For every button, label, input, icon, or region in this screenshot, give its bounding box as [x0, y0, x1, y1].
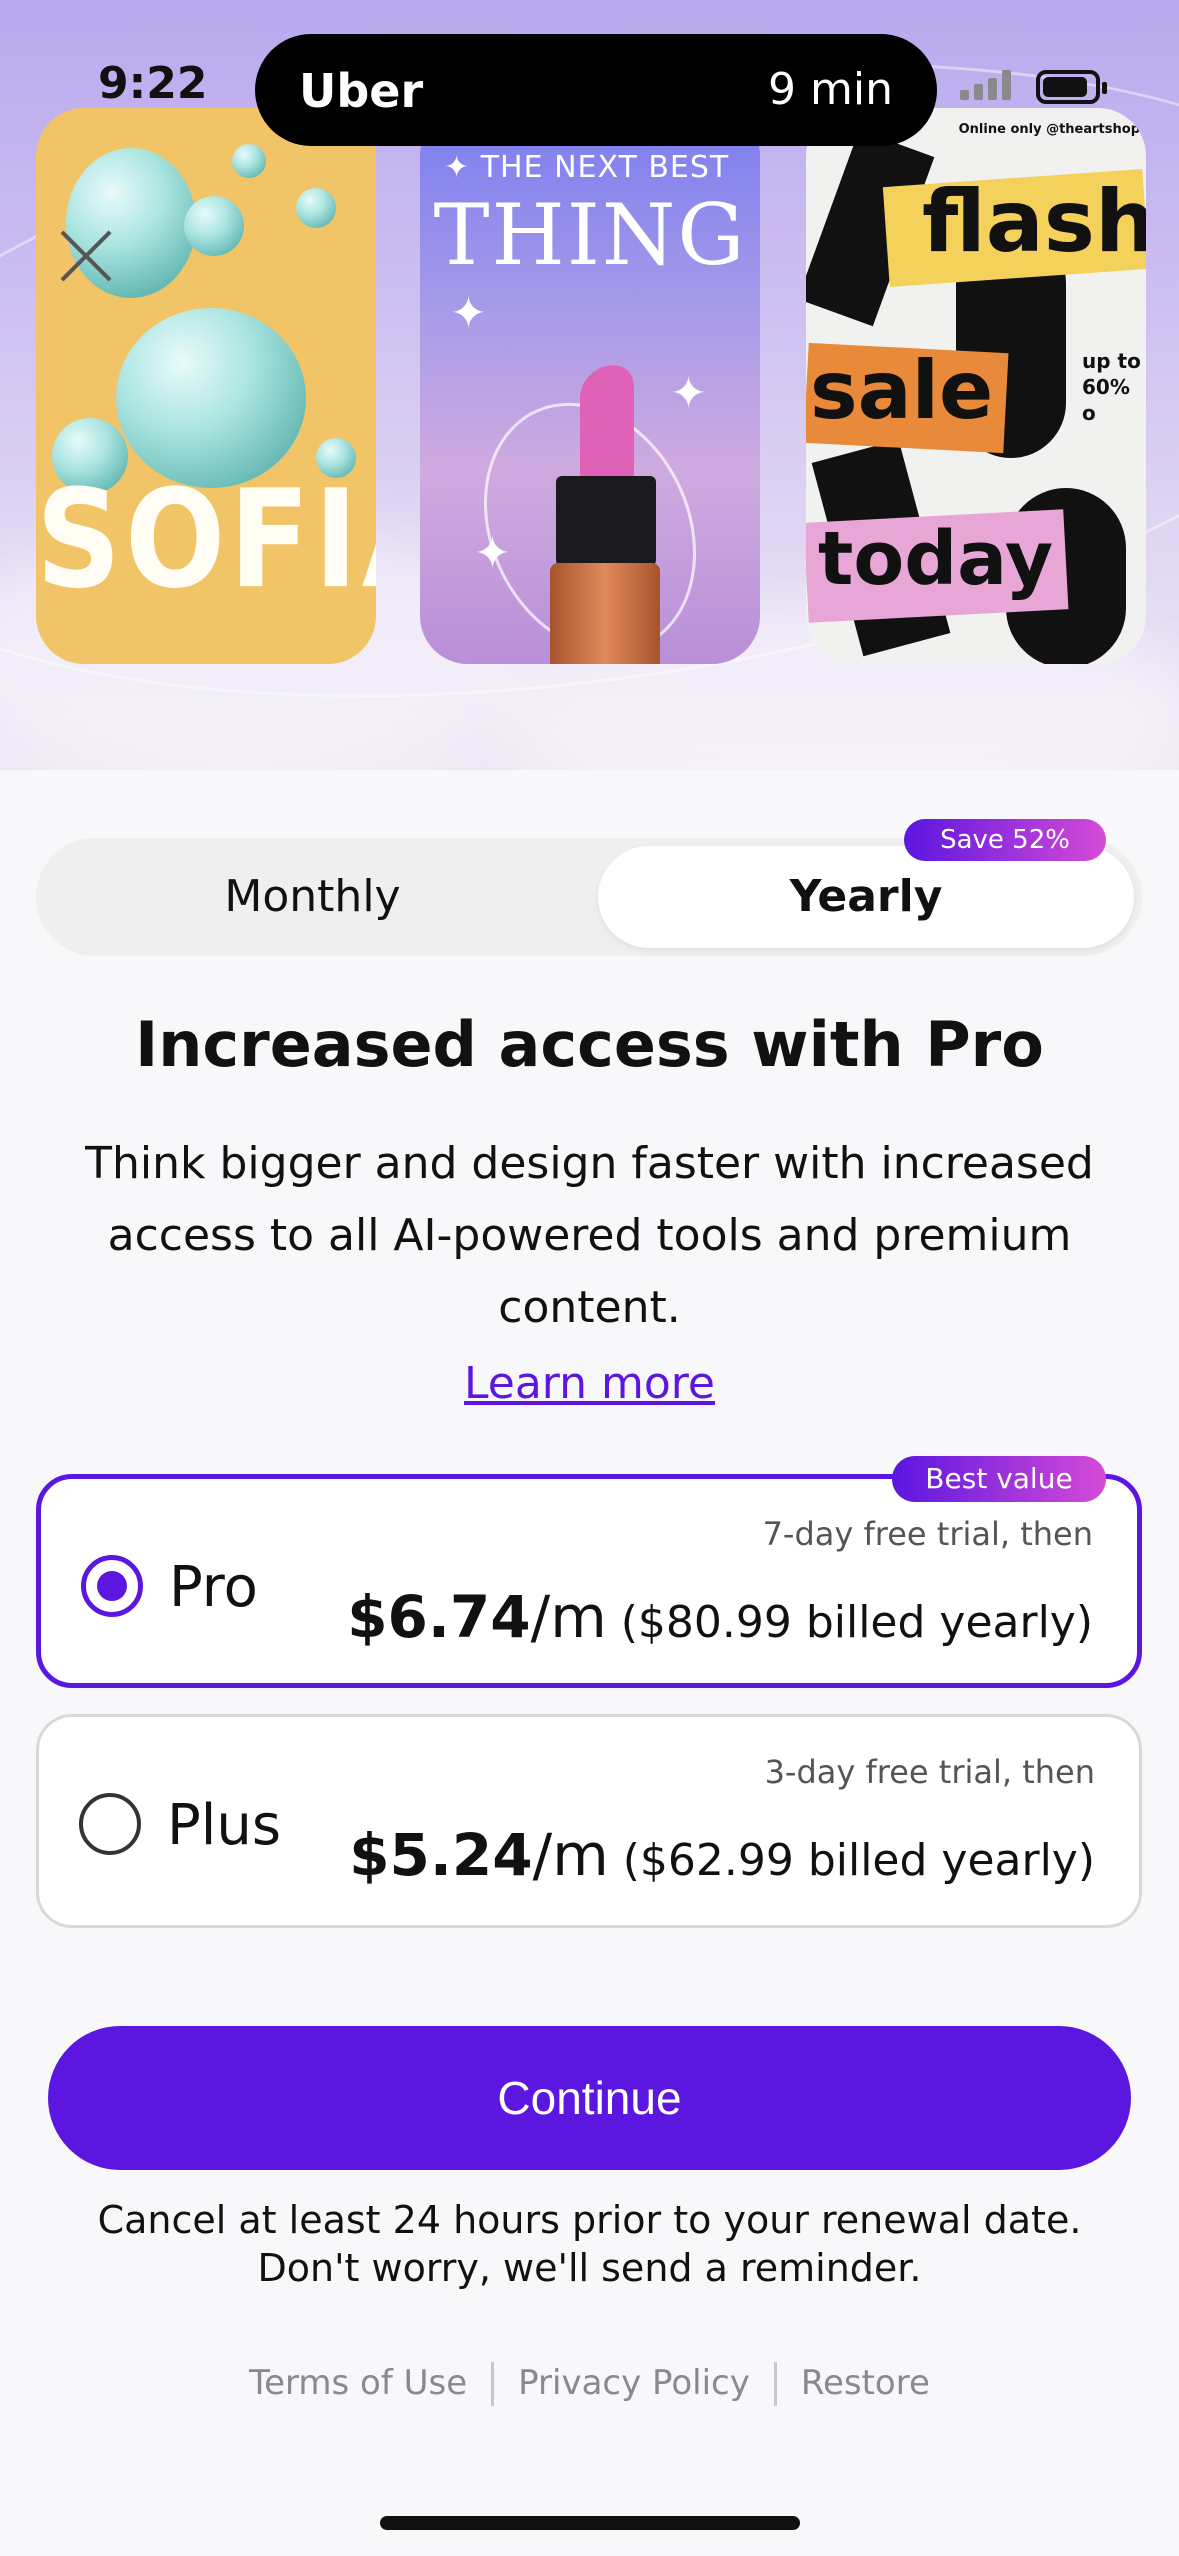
- learn-more-link[interactable]: Learn more: [0, 1358, 1179, 1409]
- plan-option-pro[interactable]: Pro 7-day free trial, then $6.74/m ($80.…: [36, 1474, 1142, 1688]
- battery-icon: [1036, 70, 1107, 104]
- description: Think bigger and design faster with incr…: [85, 1138, 1094, 1333]
- lipstick-image: [580, 360, 634, 492]
- discount-note: up to 60% o: [1082, 349, 1141, 425]
- card-credit: Online only @theartshop: [958, 122, 1140, 137]
- tab-monthly[interactable]: Monthly: [36, 838, 589, 956]
- restore-link[interactable]: Restore: [777, 2363, 954, 2403]
- radio-unselected-icon[interactable]: [79, 1793, 141, 1855]
- sparkle-icon: ✦: [474, 528, 511, 579]
- template-card-next-best-thing[interactable]: ✦ THE NEXT BEST THING ✦ ✦ ✦: [420, 108, 760, 664]
- flash-word: flash: [922, 172, 1146, 272]
- sparkle-icon: ✦: [670, 368, 707, 419]
- dynamic-island[interactable]: Uber 9 min: [255, 34, 937, 146]
- island-eta: 9 min: [768, 64, 893, 115]
- home-indicator[interactable]: [380, 2516, 800, 2530]
- sparkle-icon: ✦: [450, 288, 487, 339]
- today-word: today: [818, 516, 1054, 602]
- status-time: 9:22: [98, 58, 208, 109]
- tab-yearly[interactable]: Yearly: [598, 846, 1134, 948]
- card-title: THING: [433, 186, 747, 284]
- plan-name: Pro: [169, 1555, 258, 1620]
- privacy-link[interactable]: Privacy Policy: [494, 2363, 774, 2403]
- terms-link[interactable]: Terms of Use: [225, 2363, 491, 2403]
- plan-option-plus[interactable]: Plus 3-day free trial, then $5.24/m ($62…: [36, 1714, 1142, 1928]
- plan-name: Plus: [167, 1793, 281, 1858]
- signal-icon: [960, 70, 1016, 100]
- template-card-sofia[interactable]: SOFIA: [36, 108, 376, 664]
- page-title: Increased access with Pro: [135, 1008, 1044, 1081]
- island-app-name: Uber: [299, 64, 424, 118]
- close-icon[interactable]: [58, 228, 114, 284]
- renewal-note: Cancel at least 24 hours prior to your r…: [97, 2198, 1082, 2290]
- footer-links: Terms of Use Privacy Policy Restore: [0, 2362, 1179, 2406]
- plan-trial: 3-day free trial, then: [764, 1753, 1095, 1791]
- plan-price: $6.74/m ($80.99 billed yearly): [347, 1583, 1093, 1651]
- plan-price: $5.24/m ($62.99 billed yearly): [349, 1821, 1095, 1889]
- template-card-flash-sale[interactable]: Online only @theartshop flash sale up to…: [806, 108, 1146, 664]
- radio-selected-icon[interactable]: [81, 1555, 143, 1617]
- sale-word: sale: [810, 344, 994, 437]
- save-badge: Save 52%: [904, 819, 1106, 861]
- card-subtitle: ✦ THE NEXT BEST: [444, 150, 730, 185]
- plan-trial: 7-day free trial, then: [762, 1515, 1093, 1553]
- best-value-badge: Best value: [892, 1456, 1106, 1502]
- sofia-title: SOFIA: [36, 459, 376, 619]
- continue-button[interactable]: Continue: [48, 2026, 1131, 2170]
